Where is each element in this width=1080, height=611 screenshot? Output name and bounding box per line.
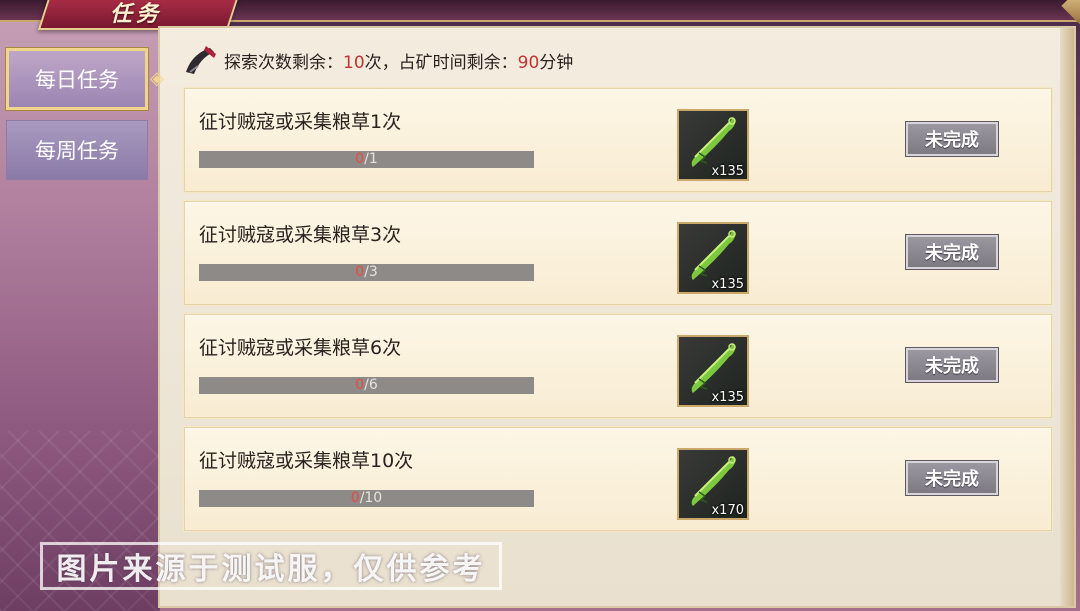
explore-count: 10 bbox=[343, 52, 365, 73]
tab-selected-arrow-icon: ◈ bbox=[150, 68, 164, 89]
progress-total: /1 bbox=[364, 151, 378, 167]
status-button[interactable]: 未完成 bbox=[905, 460, 999, 496]
task-row: 征讨贼寇或采集粮草10次 0/10 x170 未完成 bbox=[184, 427, 1052, 531]
progress-bar: 0/1 bbox=[199, 151, 534, 168]
mine-label: 次，占矿时间剩余： bbox=[364, 52, 518, 73]
progress-current: 0 bbox=[355, 377, 365, 393]
reward-item[interactable]: x135 bbox=[677, 335, 749, 407]
progress-current: 0 bbox=[355, 151, 365, 167]
progress-text: 0/3 bbox=[199, 264, 534, 281]
task-title: 征讨贼寇或采集粮草10次 bbox=[199, 450, 414, 472]
task-row: 征讨贼寇或采集粮草6次 0/6 x135 未完成 bbox=[184, 314, 1052, 418]
progress-total: /10 bbox=[359, 490, 383, 506]
tab-daily-tasks[interactable]: 每日任务 bbox=[6, 48, 148, 110]
progress-bar: 0/10 bbox=[199, 490, 534, 507]
tab-weekly-label: 每周任务 bbox=[35, 139, 119, 163]
progress-bar: 0/6 bbox=[199, 377, 534, 394]
reward-count: x135 bbox=[711, 277, 744, 292]
panel-edge bbox=[1060, 28, 1074, 606]
page-title: 任务 bbox=[110, 2, 163, 27]
progress-total: /3 bbox=[364, 264, 378, 280]
progress-text: 0/1 bbox=[199, 151, 534, 168]
explore-label: 探索次数剩余： bbox=[224, 52, 343, 73]
horn-icon bbox=[180, 42, 220, 78]
progress-current: 0 bbox=[355, 264, 365, 280]
task-title: 征讨贼寇或采集粮草6次 bbox=[199, 337, 402, 359]
remaining-info: 探索次数剩余：10次，占矿时间剩余：90分钟 bbox=[224, 48, 573, 73]
tab-daily-label: 每日任务 bbox=[35, 68, 119, 92]
reward-item[interactable]: x135 bbox=[677, 109, 749, 181]
reward-item[interactable]: x170 bbox=[677, 448, 749, 520]
progress-bar: 0/3 bbox=[199, 264, 534, 281]
progress-total: /6 bbox=[364, 377, 378, 393]
task-row: 征讨贼寇或采集粮草3次 0/3 x135 未完成 bbox=[184, 201, 1052, 305]
tab-weekly-tasks[interactable]: 每周任务 bbox=[6, 120, 148, 180]
task-title: 征讨贼寇或采集粮草1次 bbox=[199, 111, 402, 133]
progress-text: 0/6 bbox=[199, 377, 534, 394]
reward-count: x135 bbox=[711, 164, 744, 179]
info-line: 探索次数剩余：10次，占矿时间剩余：90分钟 bbox=[180, 42, 573, 78]
watermark-label: 图片来源于测试服，仅供参考 bbox=[40, 542, 502, 590]
reward-count: x170 bbox=[711, 503, 744, 518]
task-row: 征讨贼寇或采集粮草1次 0/1 x135 未完成 bbox=[184, 88, 1052, 192]
reward-item[interactable]: x135 bbox=[677, 222, 749, 294]
progress-text: 0/10 bbox=[199, 490, 534, 507]
mine-minutes: 90 bbox=[517, 52, 540, 73]
status-button[interactable]: 未完成 bbox=[905, 347, 999, 383]
reward-count: x135 bbox=[711, 390, 744, 405]
status-button[interactable]: 未完成 bbox=[905, 121, 999, 157]
status-button[interactable]: 未完成 bbox=[905, 234, 999, 270]
task-title: 征讨贼寇或采集粮草3次 bbox=[199, 224, 402, 246]
progress-current: 0 bbox=[350, 490, 360, 506]
minutes-unit: 分钟 bbox=[539, 52, 574, 73]
